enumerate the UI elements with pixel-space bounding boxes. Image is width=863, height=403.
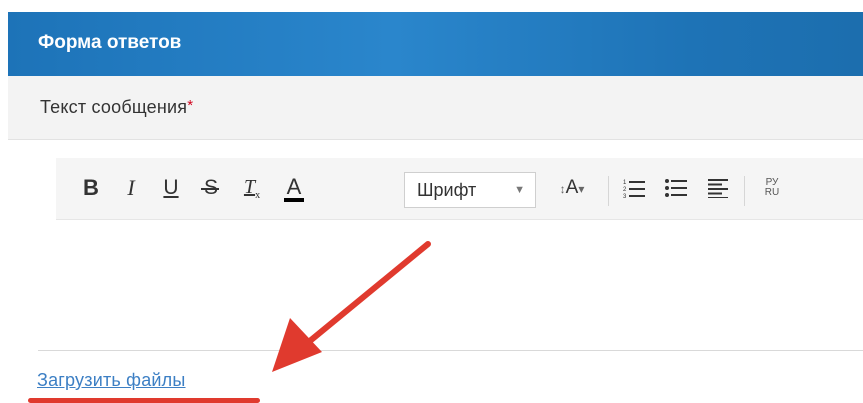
- underline-icon: U: [163, 176, 179, 199]
- font-select[interactable]: Шрифт ▼: [404, 172, 536, 208]
- message-label-text: Текст сообщения: [40, 97, 188, 117]
- annotation-underline: [28, 398, 260, 403]
- page: Форма ответов Текст сообщения* B I U S T…: [0, 0, 863, 403]
- bold-icon: B: [83, 175, 99, 200]
- numbered-list-icon: 1 2 3: [623, 180, 645, 198]
- strikethrough-button[interactable]: S: [196, 171, 226, 205]
- italic-icon: I: [127, 175, 135, 200]
- message-label-row: Текст сообщения*: [8, 76, 863, 140]
- text-color-swatch: [284, 198, 304, 202]
- upload-files-link[interactable]: Загрузить файлы: [37, 370, 186, 391]
- font-size-icon: ↕A▾: [560, 177, 585, 199]
- remove-format-button[interactable]: Tx: [236, 171, 268, 205]
- editor-toolbar: B I U S Tx A Шрифт ▼ ↕A▾: [56, 158, 863, 220]
- message-label: Текст сообщения*: [40, 97, 193, 118]
- text-color-icon: A: [286, 174, 302, 199]
- chevron-down-icon: ▼: [514, 184, 525, 196]
- remove-format-glyph: T: [243, 175, 256, 198]
- translit-button[interactable]: РУ RU: [756, 171, 788, 205]
- underline-button[interactable]: U: [156, 171, 186, 205]
- toolbar-separator: [608, 176, 609, 206]
- bulleted-list-icon: [665, 179, 687, 197]
- bold-button[interactable]: B: [76, 171, 106, 205]
- svg-text:1: 1: [623, 180, 627, 186]
- remove-format-icon: Tx: [244, 176, 260, 201]
- font-size-glyph: A: [565, 177, 579, 198]
- font-select-value: Шрифт: [417, 179, 477, 200]
- font-size-caret: ▾: [578, 182, 585, 196]
- required-marker: *: [187, 97, 194, 114]
- remove-format-sub: x: [255, 189, 261, 201]
- svg-text:3: 3: [623, 194, 627, 198]
- font-size-button[interactable]: ↕A▾: [548, 171, 596, 205]
- translit-icon-bottom: RU: [764, 187, 780, 198]
- strikethrough-icon: S: [200, 176, 219, 200]
- svg-text:2: 2: [623, 187, 627, 193]
- toolbar-separator: [744, 176, 745, 206]
- editor-bottom-border: [38, 350, 863, 351]
- message-editor[interactable]: B I U S Tx A Шрифт ▼ ↕A▾: [38, 140, 863, 352]
- strike-line: [200, 188, 219, 190]
- italic-button[interactable]: I: [116, 171, 146, 205]
- text-color-button[interactable]: A: [278, 171, 310, 205]
- bulleted-list-button[interactable]: [661, 171, 691, 205]
- form-header: Форма ответов: [8, 12, 863, 76]
- align-left-button[interactable]: [703, 171, 733, 205]
- form-title: Форма ответов: [38, 32, 182, 53]
- align-left-icon: [708, 179, 728, 198]
- numbered-list-button[interactable]: 1 2 3: [619, 171, 649, 205]
